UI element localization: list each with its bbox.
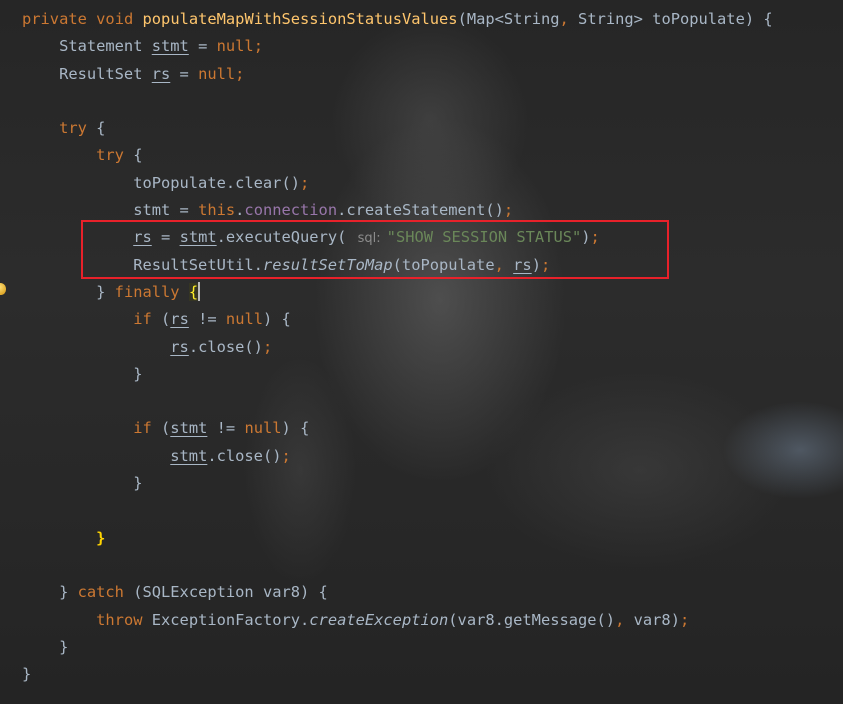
code-line[interactable]: try {	[22, 142, 843, 169]
code-line[interactable]: ResultSet rs = null;	[22, 61, 843, 88]
code-token: catch	[77, 583, 124, 602]
code-token: ;	[679, 610, 690, 629]
code-token: !=	[207, 419, 245, 438]
code-token: {	[188, 282, 199, 301]
code-line[interactable]: }	[22, 634, 843, 661]
code-token: (	[151, 310, 171, 329]
code-token: ;	[281, 446, 291, 465]
code-line[interactable]: }	[22, 470, 843, 497]
code-token: =	[188, 37, 217, 56]
code-token: .close()	[207, 446, 282, 465]
code-line[interactable]: }	[22, 361, 843, 388]
code-token: ;	[253, 37, 263, 56]
code-token: rs	[170, 337, 189, 356]
code-token: var8)	[624, 610, 680, 629]
code-token: rs	[151, 64, 171, 83]
code-token: try	[96, 146, 124, 165]
code-token: stmt =	[22, 201, 199, 220]
code-token: }	[96, 528, 106, 547]
code-token: try	[59, 119, 87, 138]
code-token: (	[151, 419, 171, 438]
code-token: {	[123, 146, 143, 165]
code-token: null	[198, 64, 236, 83]
code-token: {	[86, 119, 106, 138]
code-token: null	[225, 310, 263, 329]
code-token: this	[198, 201, 236, 220]
code-token: .createStatement()	[337, 201, 504, 220]
code-token: rs	[170, 310, 189, 329]
code-token: if	[133, 419, 152, 438]
code-line[interactable]: if (rs != null) {	[22, 306, 843, 333]
code-token: }	[22, 637, 69, 656]
code-token: String> toPopulate) {	[568, 10, 773, 28]
code-token: ) {	[281, 419, 310, 438]
code-line[interactable]: throw ExceptionFactory.createException(v…	[22, 607, 843, 634]
code-token: ;	[235, 64, 245, 83]
code-line[interactable]: if (stmt != null) {	[22, 415, 843, 442]
code-line[interactable]: stmt.close();	[22, 443, 843, 470]
code-line[interactable]: }	[22, 661, 843, 688]
code-token: connection	[244, 201, 338, 220]
code-token: (SQLException var8) {	[123, 583, 328, 602]
code-line[interactable]	[22, 497, 843, 524]
code-token: ) {	[263, 310, 291, 329]
code-token: private	[22, 10, 87, 28]
code-line[interactable]	[22, 88, 843, 115]
code-token: stmt	[170, 446, 208, 465]
text-cursor	[198, 281, 200, 301]
code-token: }	[22, 583, 78, 602]
code-token: populateMapWithSessionStatusValues	[142, 10, 458, 28]
code-token: (var8.getMessage()	[448, 610, 616, 629]
code-token: ,	[559, 10, 569, 28]
code-token: toPopulate.clear()	[22, 173, 300, 192]
highlight-box	[81, 220, 669, 279]
code-line[interactable]: } catch (SQLException var8) {	[22, 579, 843, 606]
code-token: }	[22, 474, 143, 493]
code-token: }	[22, 665, 32, 684]
code-token: null	[216, 37, 254, 56]
code-token: ;	[262, 337, 273, 356]
code-token: ResultSet	[22, 64, 152, 83]
code-token: }	[22, 364, 143, 383]
code-line[interactable]	[22, 552, 843, 579]
code-line[interactable]	[22, 388, 843, 415]
code-token: }	[22, 282, 115, 301]
code-token: if	[133, 310, 152, 329]
code-token: =	[170, 64, 199, 83]
code-line[interactable]: try {	[22, 115, 843, 142]
code-token: ExceptionFactory.	[142, 610, 310, 629]
code-token: ,	[615, 610, 625, 629]
code-line[interactable]: }	[22, 525, 843, 552]
code-editor[interactable]: private void populateMapWithSessionStatu…	[22, 6, 843, 688]
code-line[interactable]: toPopulate.clear();	[22, 170, 843, 197]
code-token: null	[244, 419, 282, 438]
code-token: stmt	[170, 419, 208, 438]
code-token: !=	[188, 310, 226, 329]
code-line[interactable]: } finally {	[22, 279, 843, 306]
code-token: Statement	[22, 37, 152, 56]
code-token: ;	[299, 173, 310, 192]
code-token: ;	[503, 201, 514, 220]
code-token: .close()	[188, 337, 263, 356]
code-token: finally	[114, 282, 180, 301]
code-line[interactable]: private void populateMapWithSessionStatu…	[22, 6, 843, 33]
code-token: (Map<String	[457, 10, 560, 28]
code-line[interactable]: rs.close();	[22, 334, 843, 361]
code-token: throw	[96, 610, 143, 629]
code-token: stmt	[151, 37, 189, 56]
code-token: createException	[309, 610, 449, 629]
code-line[interactable]: Statement stmt = null;	[22, 33, 843, 60]
code-token: void	[96, 10, 134, 28]
